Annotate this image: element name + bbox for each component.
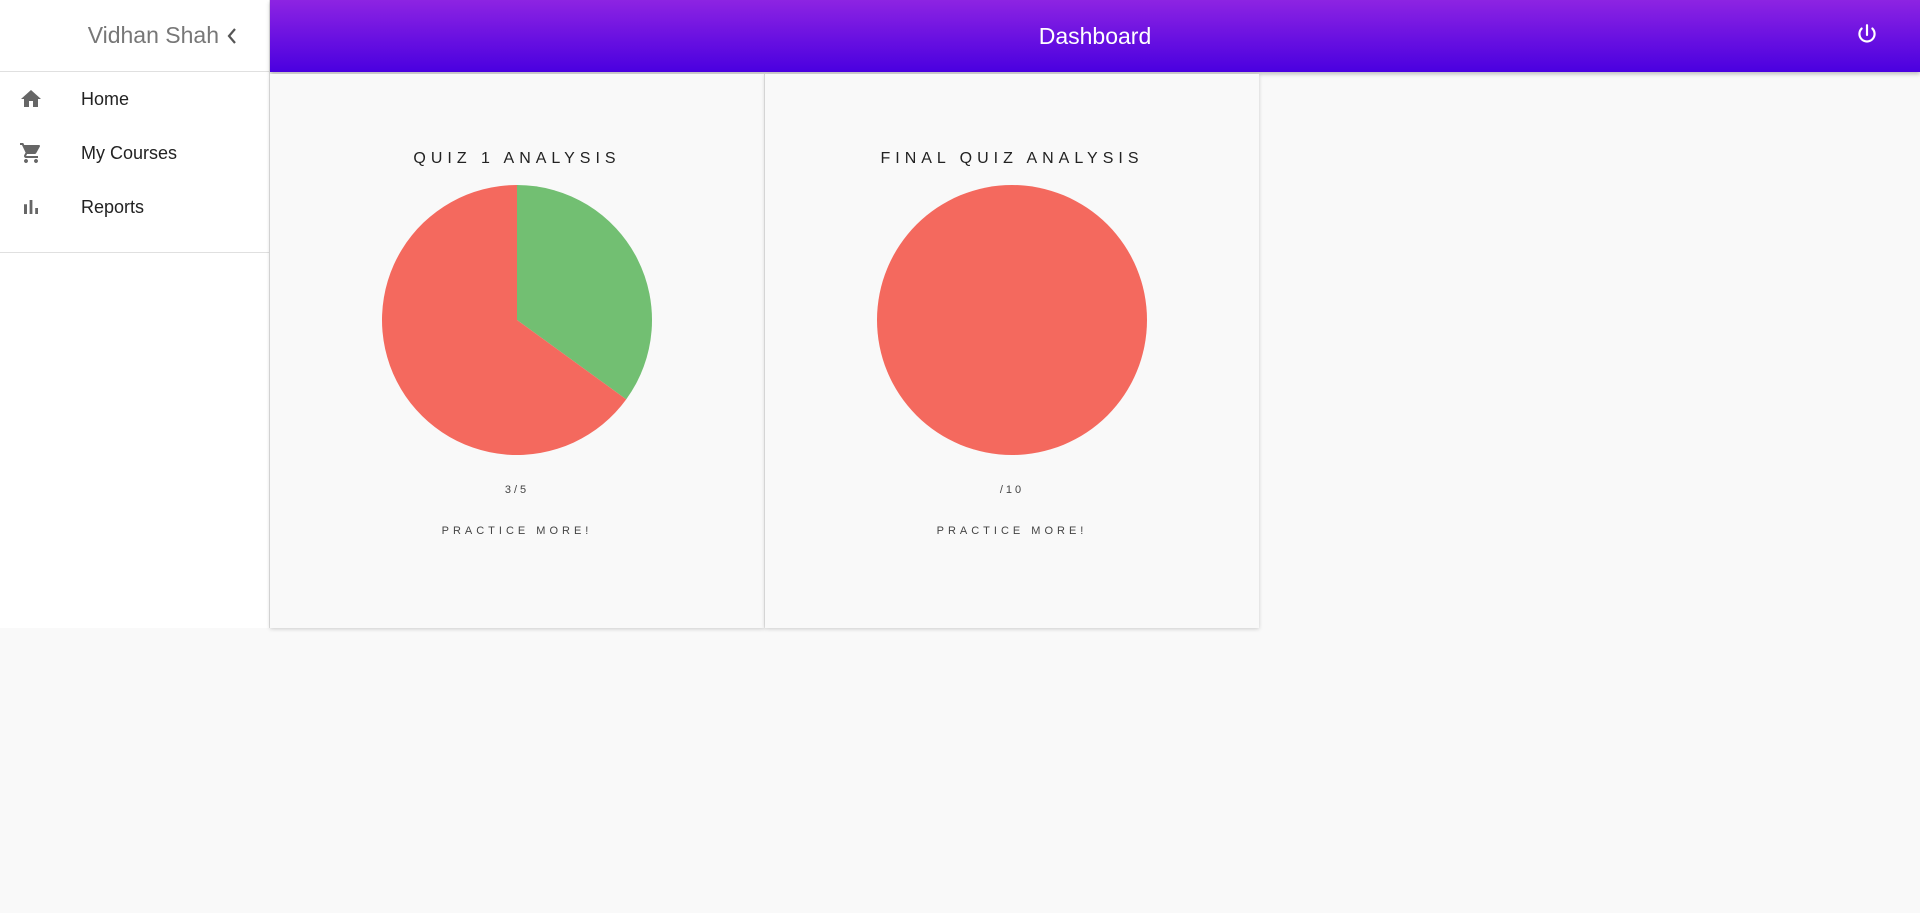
logout-button[interactable] bbox=[1854, 22, 1880, 48]
sidebar-item-label: My Courses bbox=[81, 142, 178, 163]
message-text: PRACTICE MORE! bbox=[441, 525, 593, 537]
card-title: QUIZ 1 ANALYSIS bbox=[413, 150, 621, 167]
cart-icon bbox=[19, 141, 43, 165]
quiz-card: QUIZ 1 ANALYSIS 3/5 PRACTICE MORE! bbox=[270, 74, 764, 628]
sidebar-item-label: Home bbox=[81, 88, 130, 109]
quiz-card: FINAL QUIZ ANALYSIS /10 PRACTICE MORE! bbox=[765, 74, 1259, 628]
message-text: PRACTICE MORE! bbox=[936, 525, 1088, 537]
home-icon bbox=[19, 87, 43, 111]
quiz-cards: QUIZ 1 ANALYSIS 3/5 PRACTICE MORE! FINAL… bbox=[270, 74, 1259, 628]
card-title: FINAL QUIZ ANALYSIS bbox=[880, 150, 1144, 167]
user-name: Vidhan Shah bbox=[87, 22, 219, 48]
sidebar-item-home[interactable]: Home bbox=[0, 72, 269, 126]
sidebar-item-label: Reports bbox=[81, 196, 145, 217]
top-app-bar: Dashboard bbox=[270, 0, 1920, 72]
sidebar-item-my-courses[interactable]: My Courses bbox=[0, 126, 269, 180]
pie-chart bbox=[381, 185, 652, 455]
bar-chart-icon bbox=[19, 195, 43, 219]
page-title: Dashboard bbox=[1038, 22, 1152, 49]
score-text: 3/5 bbox=[504, 484, 530, 496]
collapse-sidebar-button[interactable] bbox=[225, 26, 239, 46]
chevron-left-icon bbox=[227, 27, 236, 44]
sidebar: Vidhan Shah Home My Courses Reports bbox=[0, 0, 270, 628]
nav-list: Home My Courses Reports bbox=[0, 72, 269, 253]
score-text: /10 bbox=[999, 484, 1025, 496]
pie-slice-red bbox=[877, 185, 1147, 455]
sidebar-header: Vidhan Shah bbox=[0, 0, 269, 72]
power-icon bbox=[1858, 24, 1876, 43]
pie-chart bbox=[877, 185, 1147, 455]
sidebar-item-reports[interactable]: Reports bbox=[0, 180, 269, 234]
